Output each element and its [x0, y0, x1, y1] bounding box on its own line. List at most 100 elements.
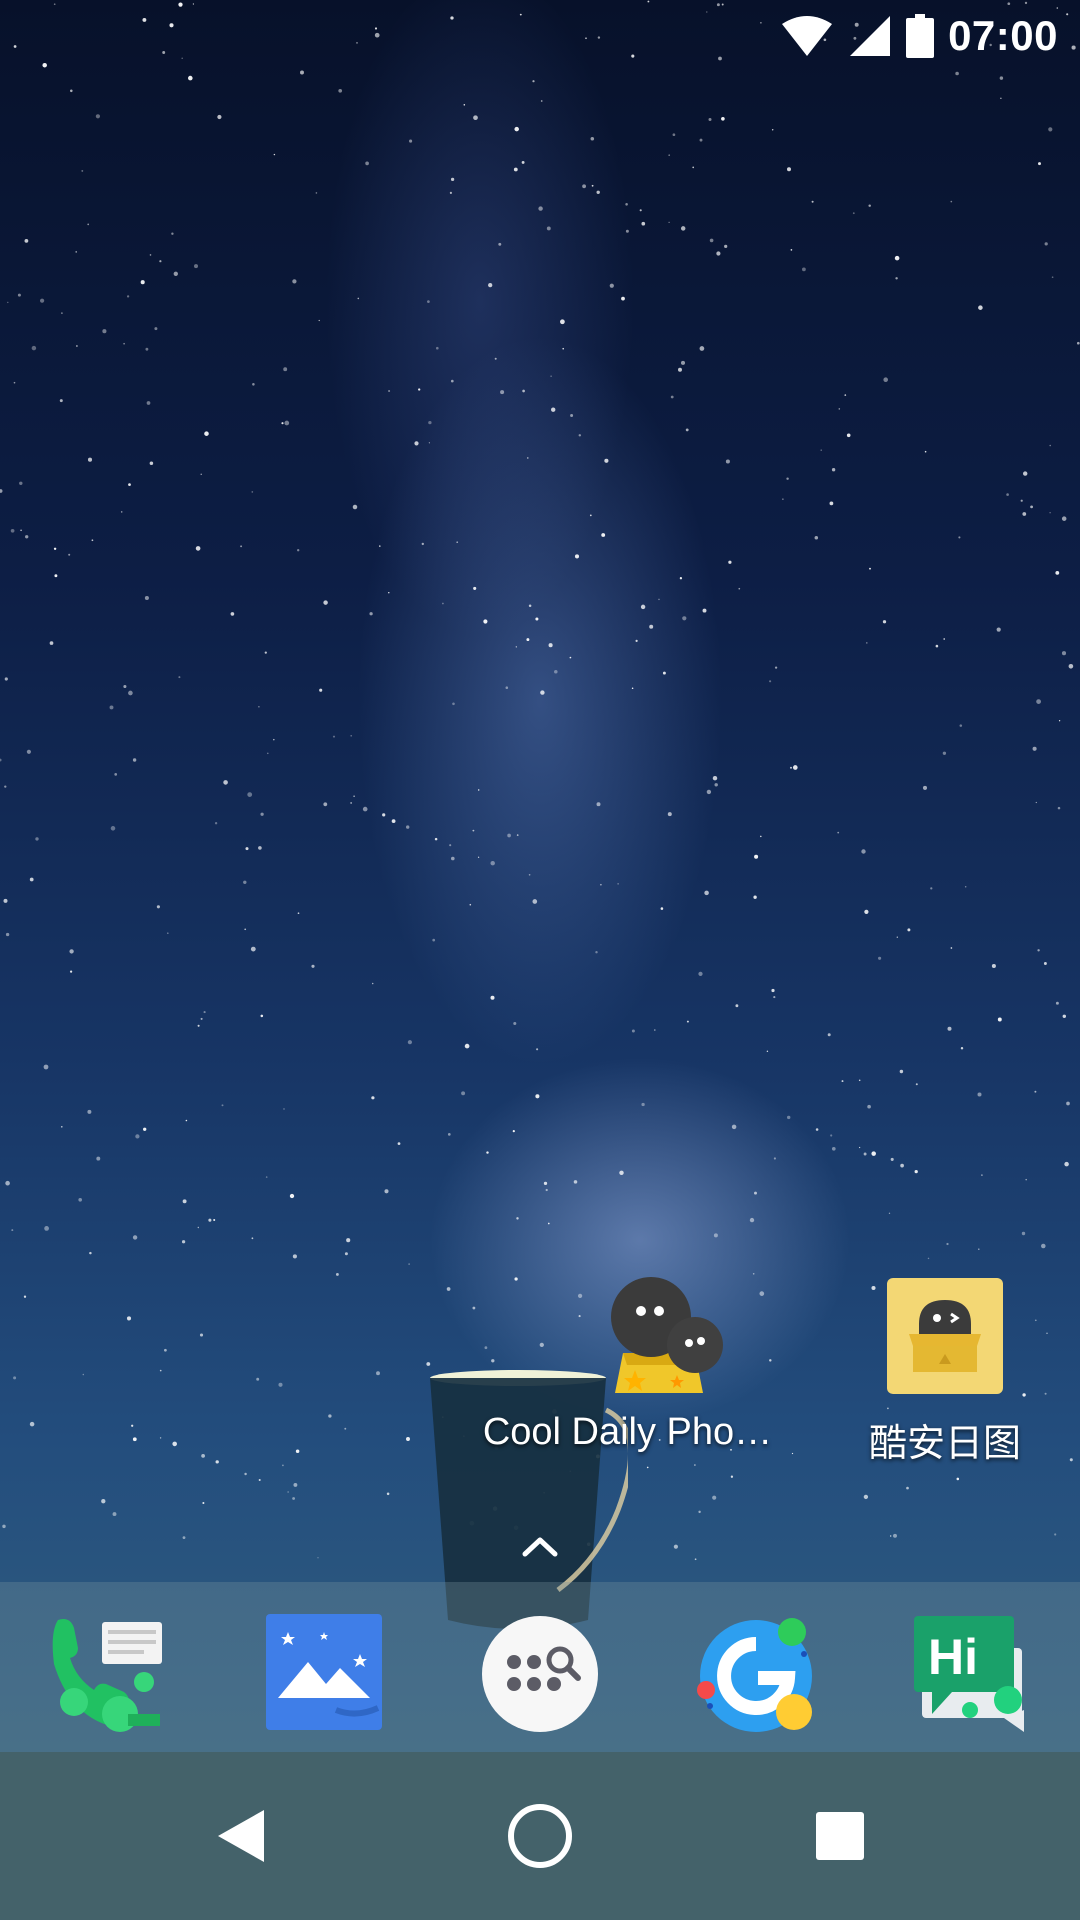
star [244, 1472, 247, 1476]
star [273, 738, 275, 741]
star [78, 1198, 82, 1202]
svg-text:Hi: Hi [928, 1629, 978, 1685]
star [54, 574, 58, 578]
star [281, 422, 284, 425]
star [977, 1092, 982, 1097]
cellular-signal-icon [850, 16, 891, 56]
star [154, 327, 158, 331]
star [1049, 444, 1051, 447]
star [1055, 571, 1060, 575]
star [491, 1359, 495, 1363]
star [60, 1125, 63, 1128]
star [513, 1021, 517, 1026]
star [447, 1133, 451, 1136]
star [569, 656, 572, 659]
dock-app-search[interactable] [480, 1614, 600, 1734]
star [766, 1050, 769, 1053]
star [20, 529, 22, 532]
app-coolapk-daily-image[interactable]: 酷安日图 [850, 1278, 1040, 1467]
star [545, 1188, 548, 1192]
star [109, 705, 114, 710]
star [260, 1014, 264, 1018]
star [811, 200, 814, 203]
star [1000, 97, 1002, 99]
star [922, 785, 928, 790]
star [658, 598, 660, 601]
star [915, 1083, 918, 1086]
star [283, 1108, 285, 1110]
star [896, 936, 898, 938]
recents-button[interactable] [790, 1786, 890, 1886]
star [863, 1152, 867, 1156]
star [680, 360, 686, 365]
star [283, 367, 288, 372]
star [172, 1441, 177, 1447]
back-button[interactable] [192, 1786, 292, 1886]
star [214, 822, 218, 825]
star [442, 602, 444, 605]
star [427, 300, 430, 303]
coolapk-daily-image-icon [887, 1278, 1003, 1394]
star [149, 254, 152, 256]
home-button[interactable] [490, 1786, 590, 1886]
star [512, 1130, 515, 1133]
hi-chat-icon: Hi [914, 1616, 1024, 1732]
star [660, 907, 664, 910]
star [149, 461, 154, 466]
star [790, 249, 793, 251]
star [754, 854, 759, 859]
star [208, 1218, 212, 1222]
star [250, 946, 256, 952]
star [527, 457, 529, 459]
star [318, 319, 320, 322]
star [267, 752, 269, 755]
star [846, 433, 851, 438]
star [295, 1449, 300, 1453]
star [230, 612, 235, 616]
star [344, 1427, 347, 1430]
star [450, 379, 454, 383]
star [869, 567, 871, 570]
dock-app-gallery[interactable] [266, 1614, 386, 1734]
star [265, 1176, 268, 1178]
star [997, 1017, 1002, 1022]
star [721, 116, 725, 121]
dock-app-google[interactable] [696, 1614, 816, 1734]
star [284, 420, 290, 426]
star [197, 1226, 199, 1229]
star [245, 847, 249, 851]
star [490, 995, 495, 1000]
star [120, 511, 123, 513]
star [964, 885, 967, 888]
star [536, 1048, 539, 1051]
star [350, 802, 352, 804]
star [292, 1497, 295, 1500]
star [868, 204, 871, 207]
star [893, 1533, 897, 1538]
star [699, 138, 703, 142]
star [955, 71, 959, 76]
chevron-up-icon[interactable] [515, 1520, 565, 1570]
star [287, 1491, 289, 1493]
star [698, 1510, 701, 1514]
star [601, 533, 606, 537]
star [5, 1180, 10, 1186]
star [278, 1382, 283, 1387]
star [754, 1191, 757, 1195]
star [17, 293, 21, 297]
star [409, 139, 413, 143]
dock-app-phone[interactable] [48, 1614, 168, 1734]
star [215, 1460, 219, 1464]
navigation-bar [0, 1752, 1080, 1920]
star [24, 239, 29, 243]
star [930, 887, 933, 890]
app-cool-daily-photo[interactable]: Cool Daily Pho… [483, 1275, 805, 1454]
star [353, 795, 355, 797]
star [323, 600, 328, 605]
star [53, 547, 57, 551]
star [1022, 512, 1027, 516]
dock-app-hi[interactable]: Hi [912, 1614, 1032, 1734]
star [132, 1437, 137, 1442]
star [852, 212, 855, 215]
star [477, 789, 480, 791]
